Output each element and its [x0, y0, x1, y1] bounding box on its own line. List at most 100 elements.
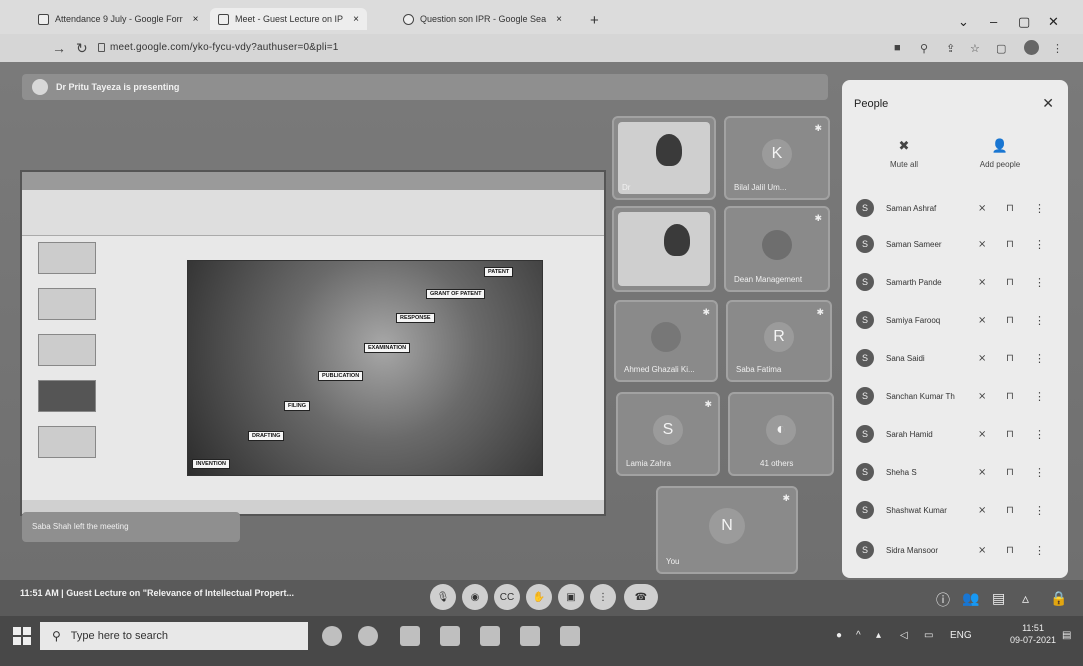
more-options-icon[interactable]: ⋮: [1034, 390, 1045, 403]
tab-search-icon[interactable]: ⌄: [958, 14, 969, 30]
mute-all-button[interactable]: ✖ Mute all: [864, 138, 944, 169]
mic-off-icon[interactable]: ⨯: [978, 203, 986, 214]
more-options-icon[interactable]: ⋮: [1034, 428, 1045, 441]
participant-row[interactable]: S Sidra Mansoor ⨯ ⊓ ⋮: [856, 540, 1056, 560]
pin-icon[interactable]: ⊓: [1006, 277, 1014, 288]
more-options-icon[interactable]: ⋮: [1034, 352, 1045, 365]
edge-icon[interactable]: [400, 626, 420, 646]
network-icon[interactable]: ▴: [876, 630, 881, 641]
leave-call-button[interactable]: ☎: [624, 584, 658, 610]
more-options-icon[interactable]: ⋮: [1034, 466, 1045, 479]
reading-list-icon[interactable]: ▢: [996, 42, 1006, 55]
taskbar-search[interactable]: ⚲ Type here to search: [40, 622, 308, 650]
pin-icon[interactable]: ⊓: [1006, 467, 1014, 478]
language-icon[interactable]: ENG: [950, 630, 972, 641]
lock-icon[interactable]: [98, 43, 105, 52]
activities-icon[interactable]: ▵: [1022, 590, 1029, 607]
share-icon[interactable]: ⇪: [946, 42, 955, 55]
participant-row[interactable]: S Sana Saidi ⨯ ⊓ ⋮: [856, 348, 1056, 368]
participant-tile[interactable]: ✱ R Saba Fatima: [726, 300, 832, 382]
participant-row[interactable]: S Sheha S ⨯ ⊓ ⋮: [856, 462, 1056, 482]
menu-dots-icon[interactable]: ⋮: [1052, 42, 1063, 55]
info-icon[interactable]: ⓘ: [936, 590, 950, 610]
close-window-button[interactable]: ✕: [1048, 14, 1059, 30]
participant-tile[interactable]: ✱ S Lamia Zahra: [616, 392, 720, 476]
mic-off-icon[interactable]: ⨯: [978, 277, 986, 288]
participant-row[interactable]: S Shashwat Kumar ⨯ ⊓ ⋮: [856, 500, 1056, 520]
mic-off-icon[interactable]: ⨯: [978, 545, 986, 556]
others-tile[interactable]: ◐ 41 others: [728, 392, 834, 476]
mic-off-icon[interactable]: ⨯: [978, 239, 986, 250]
participant-tile[interactable]: ✱ Dean Management: [724, 206, 830, 292]
reload-icon[interactable]: ↻: [76, 40, 88, 57]
tray-app-icon[interactable]: ●: [836, 630, 842, 641]
powerpoint-icon[interactable]: [560, 626, 580, 646]
chrome-icon[interactable]: [358, 626, 378, 646]
present-button[interactable]: ▣: [558, 584, 584, 610]
close-tab-icon[interactable]: ×: [556, 14, 562, 25]
participant-tile[interactable]: Dr: [612, 116, 716, 200]
url-field[interactable]: meet.google.com/yko-fycu-vdy?authuser=0&…: [110, 42, 339, 53]
mic-off-icon[interactable]: ⨯: [978, 391, 986, 402]
chevron-up-icon[interactable]: ^: [856, 630, 861, 641]
close-tab-icon[interactable]: ×: [353, 14, 359, 25]
pin-icon[interactable]: ⊓: [1006, 391, 1014, 402]
mic-off-icon[interactable]: ⨯: [978, 353, 986, 364]
close-tab-icon[interactable]: ×: [193, 14, 199, 25]
more-options-icon[interactable]: ⋮: [1034, 238, 1045, 251]
more-options-icon[interactable]: ⋮: [1034, 314, 1045, 327]
close-panel-icon[interactable]: ✕: [1042, 95, 1054, 112]
participant-row[interactable]: S Saman Ashraf ⨯ ⊓ ⋮: [856, 198, 1056, 218]
more-options-icon[interactable]: ⋮: [1034, 504, 1045, 517]
volume-icon[interactable]: ◁: [900, 630, 908, 641]
pin-icon[interactable]: ⊓: [1006, 429, 1014, 440]
more-options-icon[interactable]: ⋮: [1034, 544, 1045, 557]
participant-row[interactable]: S Samarth Pande ⨯ ⊓ ⋮: [856, 272, 1056, 292]
notifications-icon[interactable]: ▤: [1062, 630, 1071, 641]
file-explorer-icon[interactable]: [480, 626, 500, 646]
mic-off-icon[interactable]: ⨯: [978, 429, 986, 440]
captions-button[interactable]: CC: [494, 584, 520, 610]
maximize-button[interactable]: ▢: [1018, 14, 1030, 30]
participant-tile[interactable]: ✱ Ahmed Ghazali Ki...: [614, 300, 718, 382]
windows-start-icon[interactable]: [12, 626, 32, 646]
battery-icon[interactable]: ▭: [924, 630, 933, 641]
back-icon[interactable]: →: [52, 40, 66, 56]
participant-row[interactable]: S Saman Sameer ⨯ ⊓ ⋮: [856, 234, 1056, 254]
more-options-icon[interactable]: ⋮: [1034, 202, 1045, 215]
mic-button[interactable]: 🎙: [430, 584, 456, 610]
tab-search[interactable]: Question son IPR - Google Sea ×: [395, 8, 570, 30]
pin-icon[interactable]: ⊓: [1006, 353, 1014, 364]
pin-icon[interactable]: ⊓: [1006, 239, 1014, 250]
mic-off-icon[interactable]: ⨯: [978, 505, 986, 516]
raise-hand-button[interactable]: ✋: [526, 584, 552, 610]
mic-off-icon[interactable]: ⨯: [978, 315, 986, 326]
pin-icon[interactable]: ⊓: [1006, 203, 1014, 214]
bookmark-star-icon[interactable]: ☆: [970, 42, 980, 55]
pin-icon[interactable]: ⊓: [1006, 315, 1014, 326]
profile-avatar[interactable]: [1024, 40, 1039, 55]
taskview-icon[interactable]: [440, 626, 460, 646]
pin-icon[interactable]: ⊓: [1006, 505, 1014, 516]
participant-tile[interactable]: [612, 206, 716, 292]
tab-attendance[interactable]: Attendance 9 July - Google Forr ×: [30, 8, 206, 30]
more-options-button[interactable]: ⋮: [590, 584, 616, 610]
camera-button[interactable]: ◉: [462, 584, 488, 610]
store-icon[interactable]: [520, 626, 540, 646]
participant-tile[interactable]: ✱ K Bilal Jalil Um...: [724, 116, 830, 200]
tab-meet[interactable]: Meet - Guest Lecture on IP ×: [210, 8, 367, 30]
camera-icon[interactable]: ■: [894, 42, 901, 54]
minimize-button[interactable]: –: [990, 14, 997, 29]
participant-row[interactable]: S Sarah Hamid ⨯ ⊓ ⋮: [856, 424, 1056, 444]
zoom-icon[interactable]: ⚲: [920, 42, 928, 55]
chat-icon[interactable]: ▤: [992, 590, 1005, 607]
mic-off-icon[interactable]: ⨯: [978, 467, 986, 478]
pin-icon[interactable]: ⊓: [1006, 545, 1014, 556]
participant-row[interactable]: S Sanchan Kumar Th ⨯ ⊓ ⋮: [856, 386, 1056, 406]
host-controls-icon[interactable]: 🔒: [1050, 590, 1067, 607]
new-tab-button[interactable]: +: [590, 12, 599, 29]
cortana-icon[interactable]: [322, 626, 342, 646]
more-options-icon[interactable]: ⋮: [1034, 276, 1045, 289]
taskbar-clock[interactable]: 11:51 09-07-2021: [1010, 622, 1056, 646]
people-icon[interactable]: 👥: [962, 590, 979, 607]
